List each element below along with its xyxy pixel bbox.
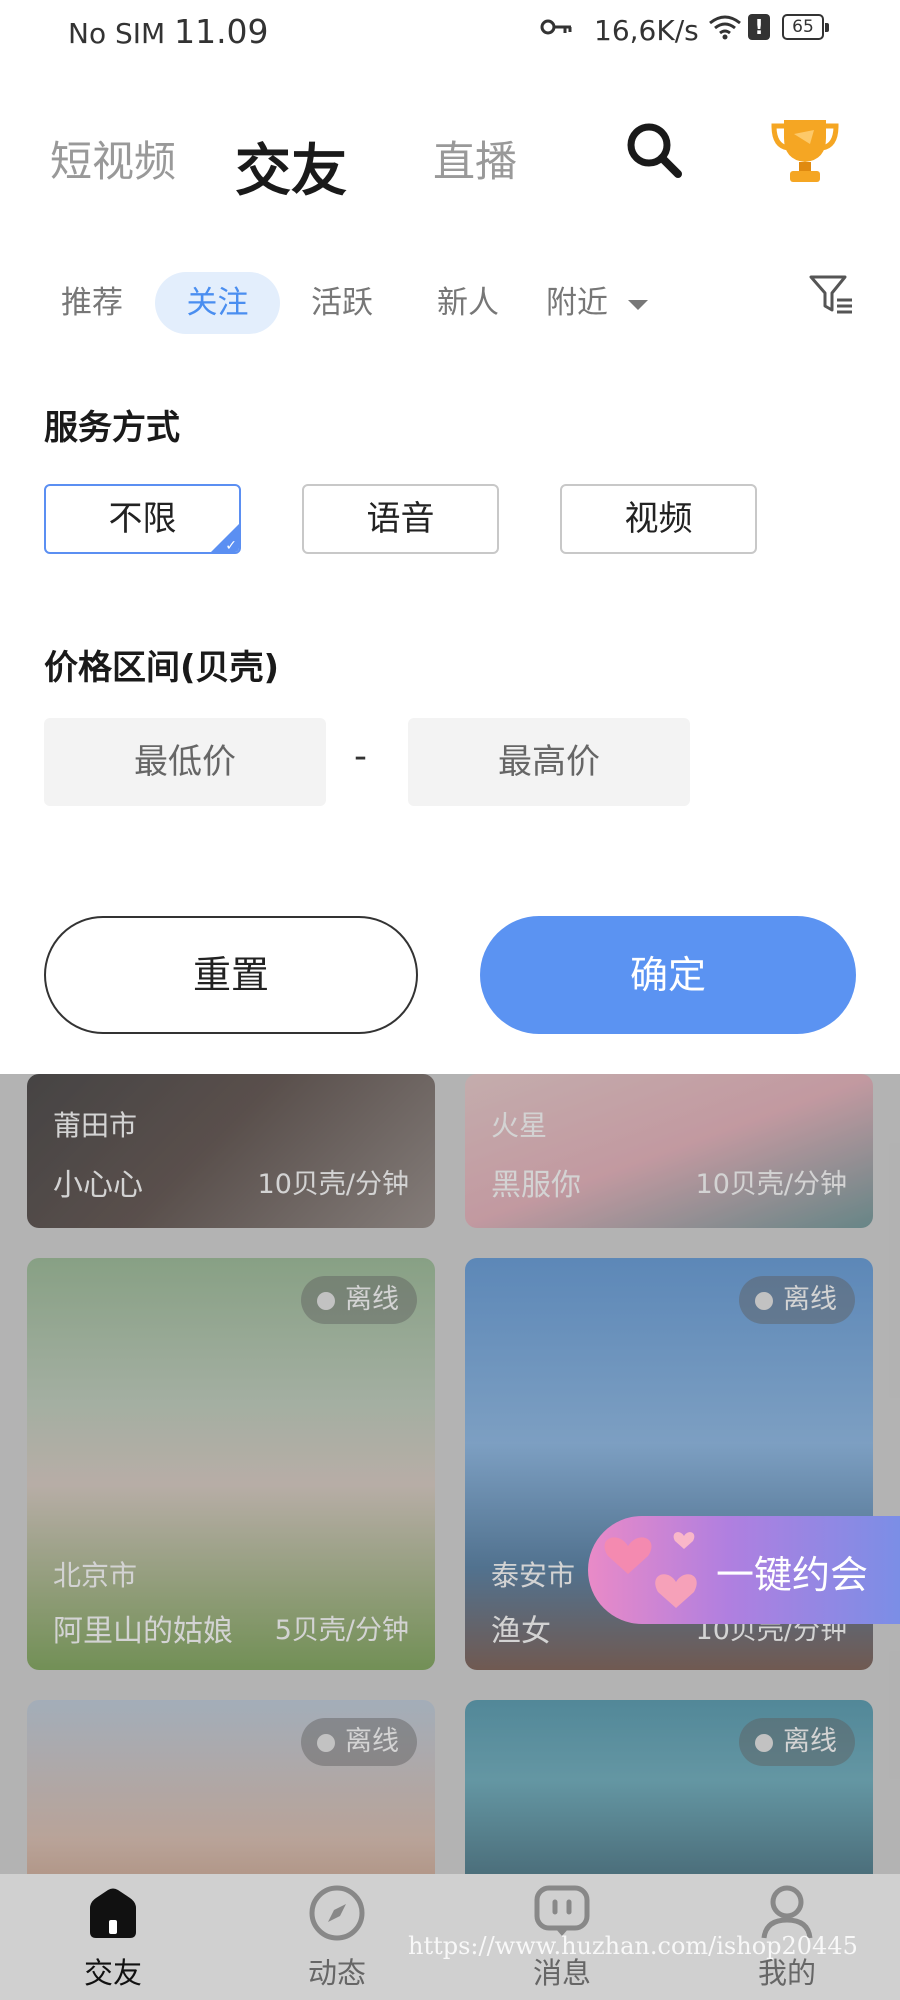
confirm-button[interactable]: 确定 [480, 916, 856, 1034]
home-icon [90, 1888, 136, 1938]
message-icon [534, 1885, 590, 1936]
vpn-key-icon [540, 19, 572, 35]
service-type-title: 服务方式 [44, 408, 180, 448]
clock-time: 11.09 [174, 12, 269, 51]
tab-friends[interactable]: 交友 [235, 126, 347, 207]
sim-alert-icon: ! [748, 14, 770, 40]
service-option-video[interactable]: 视频 [560, 484, 757, 554]
watermark-text: https://www.huzhan.com/ishop20445 [408, 1932, 858, 1960]
price-range-dash: - [354, 736, 367, 777]
quick-date-label: 一键约会 [716, 1553, 869, 1597]
modal-overlay[interactable] [0, 1074, 900, 1874]
price-range-title: 价格区间(贝壳) [44, 648, 280, 688]
service-option-any[interactable]: 不限 ✓ [44, 484, 241, 554]
status-bar: No SIM 11.09 16,6K/s ! 65 [0, 0, 900, 62]
status-left: No SIM 11.09 [68, 12, 269, 51]
quick-date-button[interactable]: 一键约会 [588, 1516, 900, 1624]
min-price-input[interactable]: 最低价 [44, 718, 326, 806]
nav-moments-label: 动态 [307, 1956, 366, 1990]
nav-moments[interactable]: 动态 [262, 1874, 412, 2000]
reset-button[interactable]: 重置 [44, 916, 418, 1034]
filter-icon[interactable] [808, 272, 854, 318]
wifi-icon [709, 15, 741, 40]
service-option-any-label: 不限 [108, 499, 177, 539]
tab-live[interactable]: 直播 [433, 128, 517, 189]
carrier-text: No SIM [68, 17, 166, 50]
nav-friends-label: 交友 [83, 1956, 142, 1990]
service-option-voice[interactable]: 语音 [302, 484, 499, 554]
compass-icon [309, 1885, 365, 1941]
subtab-following[interactable]: 关注 [155, 272, 280, 334]
subtab-active[interactable]: 活跃 [294, 272, 390, 334]
nav-friends[interactable]: 交友 [38, 1874, 188, 2000]
subtab-recommend[interactable]: 推荐 [44, 272, 140, 334]
search-icon[interactable] [622, 118, 686, 182]
battery-icon: 65 [782, 14, 829, 40]
network-speed: 16,6K/s [594, 14, 699, 47]
tab-short-video[interactable]: 短视频 [50, 128, 176, 189]
subtab-nearby-label: 附近 [546, 285, 608, 321]
subtab-nearby[interactable]: 附近 [546, 272, 666, 334]
subtab-new[interactable]: 新人 [420, 272, 516, 334]
trophy-icon[interactable] [770, 114, 840, 186]
check-icon: ✓ [225, 538, 237, 554]
caret-down-icon [627, 299, 648, 310]
hearts-icon [604, 1532, 697, 1608]
max-price-input[interactable]: 最高价 [408, 718, 690, 806]
